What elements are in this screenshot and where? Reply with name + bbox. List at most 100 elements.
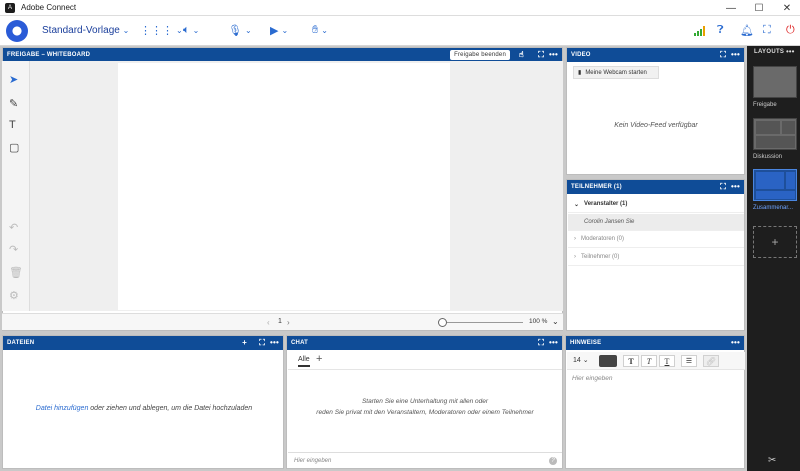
raise-hand-button[interactable]: ✋︎ ⌄ [312,24,328,37]
italic-button[interactable]: T [641,355,657,367]
next-page-icon[interactable]: › [287,318,290,327]
chat-pod-header: CHAT ⛶ ••• [287,336,562,350]
adobe-connect-logo[interactable] [6,20,28,42]
camera-icon: ▶ [270,25,279,37]
fullscreen-pod-icon[interactable]: ⛶ [538,338,544,348]
fullscreen-pod-icon[interactable]: ⛶ [259,338,265,348]
hosts-group[interactable]: ⌄ Veranstalter (1) [568,196,744,213]
more-options-icon[interactable]: ••• [731,338,740,348]
more-options-icon[interactable]: ••• [549,50,558,60]
pencil-icon[interactable]: ✎ [9,97,18,110]
window-title: Adobe Connect [21,3,77,12]
hand-icon: ✋︎ [312,24,319,36]
shape-rectangle-icon[interactable]: ▢ [9,141,19,154]
more-options-icon[interactable]: ••• [786,47,794,56]
fullscreen-pod-icon[interactable]: ⛶ [538,50,544,60]
add-icon[interactable]: + [242,338,247,348]
whiteboard-canvas[interactable] [118,63,450,310]
minimize-button[interactable]: — [718,0,744,16]
microphone-button[interactable]: 🎙︎ ⌄ [228,24,252,37]
new-chat-tab-icon[interactable]: + [316,353,322,365]
fullscreen-pod-icon[interactable]: ⛶ [720,182,726,192]
trash-icon[interactable]: 🗑︎ [9,266,23,279]
presenters-group[interactable]: › Moderatoren (0) [568,231,744,248]
hand-cursor-icon[interactable]: ☝︎ [519,50,524,60]
selection-arrow-icon[interactable]: ➤ [9,73,18,86]
more-options-icon[interactable]: ••• [731,182,740,192]
add-layout-button[interactable]: + [753,226,797,258]
whiteboard-tools: ➤ ✎ T ▢ ↶ ↷ 🗑︎ ⚙︎ [2,61,30,311]
main-toolbar: Standard-Vorlage ⌄ ⋮⋮⋮ ⌄ 🔈︎ ⌄ 🎙︎ ⌄ ▶ ⌄ ✋︎ ⌄ ❓… [0,16,800,46]
start-webcam-button[interactable]: ▮ Meine Webcam starten [573,66,659,79]
video-pod-header: VIDEO ⛶ ••• [567,48,744,62]
chevron-right-icon: › [574,236,576,242]
notes-pod-header: HINWEISE ••• [566,336,744,350]
layout-thumb-sharing[interactable] [753,66,797,98]
files-upload-hint: Datei hinzufügen oder ziehen und ablegen… [35,405,253,412]
participants-pod-header: TEILNEHMER (1) ⛶ ••• [567,180,744,194]
whiteboard-pod-header: FREIGABE – WHITEBOARD Freigabe beenden ☝… [3,48,562,62]
undo-icon[interactable]: ↶ [9,221,18,234]
layouts-panel [747,46,800,471]
speaker-button[interactable]: 🔈︎ ⌄ [183,24,199,37]
chat-empty-message: Starten Sie eine Unterhaltung mit allen … [316,398,534,416]
chevron-right-icon: › [574,254,576,260]
no-video-feed-message: Kein Video-Feed verfügbar [614,122,698,129]
more-options-icon[interactable]: ••• [270,338,279,348]
whiteboard-footer: ‹ 1 › 100 % ⌄ [2,313,563,330]
layout-thumb-collaboration[interactable] [753,169,797,201]
title-bar: A Adobe Connect — ☐ ✕ [0,0,800,16]
layout-label: Diskussion [753,154,783,160]
grid-icon: ⋮⋮⋮ [140,25,173,37]
help-icon[interactable]: ? [549,457,557,465]
connection-status-icon[interactable] [694,25,706,36]
attendees-group[interactable]: › Teilnehmer (0) [568,249,744,266]
underline-button[interactable]: T [659,355,675,367]
redo-icon[interactable]: ↷ [9,243,18,256]
close-window-button[interactable]: ✕ [774,0,800,16]
camera-button[interactable]: ▶ ⌄ [270,24,288,37]
bullet-list-button[interactable]: ☰ [681,355,697,367]
notes-input[interactable]: Hier eingeben [572,375,612,382]
settings-tools-icon[interactable]: ✂︎ [768,455,776,466]
files-pod-header: DATEIEN + ⛶ ••• [3,336,283,350]
layout-label: Zusammenar... [753,205,794,211]
maximize-button[interactable]: ☐ [746,0,772,16]
link-button[interactable]: 🔗︎ [703,355,719,367]
bold-button[interactable]: T [623,355,639,367]
more-options-icon[interactable]: ••• [549,338,558,348]
layers-icon[interactable]: ⚙︎ [9,289,19,302]
end-share-button[interactable]: Freigabe beenden [450,50,510,60]
add-file-link[interactable]: Datei hinzufügen [36,405,89,412]
chevron-down-icon: ⌄ [574,201,580,208]
layout-label: Freigabe [753,102,777,108]
fullscreen-icon[interactable]: ⛶ [763,24,771,37]
chat-tabs: Alle + [288,352,562,370]
participant-row[interactable]: Corolin Jansen Sie [568,214,744,231]
text-color-swatch[interactable] [599,355,617,367]
zoom-level: 100 % [529,318,548,325]
pods-menu-button[interactable]: ⋮⋮⋮ ⌄ [140,24,183,37]
camera-icon: ▮ [578,70,582,76]
zoom-slider-handle[interactable] [438,318,447,327]
more-options-icon[interactable]: ••• [731,50,740,60]
layouts-title: LAYOUTS [754,49,785,55]
zoom-dropdown-chevron-icon[interactable]: ⌄ [552,317,559,326]
text-tool-icon[interactable]: T [9,119,16,131]
layout-selector[interactable]: Standard-Vorlage ⌄ [42,25,129,36]
files-pod: DATEIEN + ⛶ ••• [2,335,284,469]
zoom-slider-track[interactable] [447,322,523,323]
fullscreen-pod-icon[interactable]: ⛶ [720,50,726,60]
notifications-bell-icon[interactable]: 🔔︎ [740,24,754,37]
chat-input[interactable]: Hier eingeben ? [288,452,562,469]
speaker-icon: 🔈︎ [183,24,190,36]
tab-all[interactable]: Alle [298,356,310,367]
font-size-select[interactable]: 14 ⌄ [573,356,589,364]
layout-thumb-discussion[interactable] [753,118,797,150]
power-leave-icon[interactable]: ⏻ [786,24,795,37]
help-icon[interactable]: ❓︎ [717,24,724,37]
adobe-connect-app-icon: A [5,2,15,13]
page-number: 1 [278,318,282,325]
prev-page-icon[interactable]: ‹ [267,318,270,327]
microphone-icon: 🎙︎ [228,25,242,37]
